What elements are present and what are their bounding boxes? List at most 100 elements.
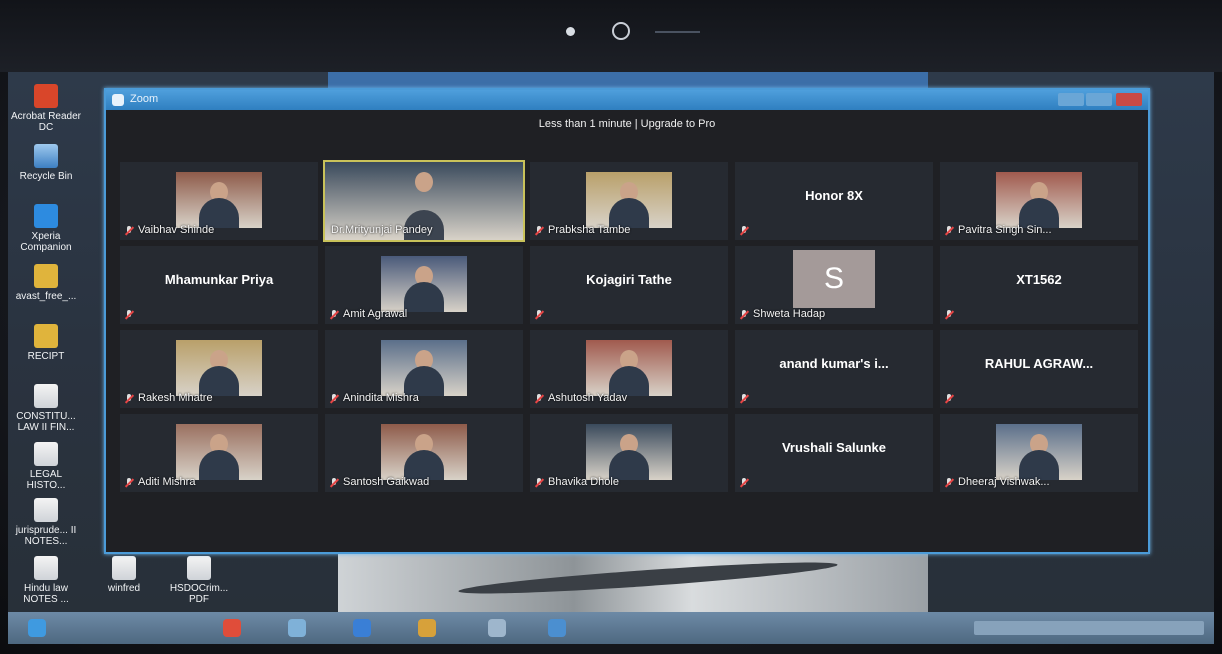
participant-tile[interactable]: Dheeraj Vishwak... <box>940 414 1138 492</box>
participant-name-label: Shweta Hadap <box>753 308 826 320</box>
desktop-icon-hindu-law[interactable]: Hindu law NOTES ... <box>10 556 82 605</box>
desktop-icon-avast[interactable]: avast_free_... <box>10 264 82 302</box>
desktop-icon-constitution[interactable]: CONSTITU... LAW II FIN... <box>10 384 82 433</box>
muted-mic-icon <box>125 478 134 487</box>
camera-dot-icon <box>566 27 575 36</box>
participant-tile[interactable]: Honor 8X <box>735 162 933 240</box>
participant-name-center: Honor 8X <box>805 188 863 203</box>
muted-mic-icon <box>125 310 134 319</box>
desktop-icon-label: CONSTITU... LAW II FIN... <box>16 411 76 433</box>
muted-mic-icon <box>945 394 954 403</box>
muted-mic-icon <box>945 478 954 487</box>
monitor-bezel <box>0 0 1222 72</box>
participant-tile[interactable]: Anindita Mishra <box>325 330 523 408</box>
zoom-taskbar-icon[interactable] <box>353 619 371 637</box>
document-icon <box>34 556 58 580</box>
participant-tile[interactable]: Bhavika Dhole <box>530 414 728 492</box>
desktop-icon-label: Acrobat Reader DC <box>10 111 82 133</box>
participant-tile[interactable]: Mhamunkar Priya <box>120 246 318 324</box>
desktop-icon-label: avast_free_... <box>15 291 77 302</box>
desktop-icon-jurisprudence[interactable]: jurisprude... II NOTES... <box>10 498 82 547</box>
participant-tile[interactable]: S Shweta Hadap <box>735 246 933 324</box>
participant-tile[interactable]: Ashutosh Yadav <box>530 330 728 408</box>
muted-mic-icon <box>740 310 749 319</box>
taskbar <box>8 612 1214 644</box>
participant-video <box>996 424 1082 480</box>
participant-video <box>381 340 467 396</box>
participant-tile[interactable]: anand kumar's i... <box>735 330 933 408</box>
meeting-timer-banner[interactable]: Less than 1 minute | Upgrade to Pro <box>106 118 1148 130</box>
participant-tile[interactable]: Vaibhav Shinde <box>120 162 318 240</box>
participant-name-label: Santosh Gaikwad <box>343 476 430 488</box>
pdf-app-icon <box>34 84 58 108</box>
edge-app-icon[interactable] <box>548 619 566 637</box>
desktop-icon-xperia[interactable]: Xperia Companion <box>10 204 82 253</box>
muted-mic-icon <box>740 226 749 235</box>
participant-name-label: Ashutosh Yadav <box>548 392 628 404</box>
participant-tile[interactable]: Aditi Mishra <box>120 414 318 492</box>
participant-video <box>586 340 672 396</box>
desktop-icon-winfred[interactable]: winfred <box>88 556 160 594</box>
participant-video <box>996 172 1082 228</box>
desktop-icon-label: winfred <box>107 583 141 594</box>
participant-video <box>176 172 262 228</box>
participant-tile[interactable]: Amit Agrawal <box>325 246 523 324</box>
desktop-icon-acrobat[interactable]: Acrobat Reader DC <box>10 84 82 133</box>
participant-name-center: XT1562 <box>1016 272 1062 287</box>
muted-mic-icon <box>535 394 544 403</box>
participant-name-label: Amit Agrawal <box>343 308 408 320</box>
participant-name-center: Mhamunkar Priya <box>164 272 274 287</box>
xperia-app-icon <box>34 204 58 228</box>
desktop-icon-legal-history[interactable]: LEGAL HISTO... <box>10 442 82 491</box>
desktop-icon-recycle-bin[interactable]: Recycle Bin <box>10 144 82 182</box>
participant-tile[interactable]: RAHUL AGRAW... <box>940 330 1138 408</box>
participant-name-center: RAHUL AGRAW... <box>984 356 1094 371</box>
system-tray[interactable] <box>974 621 1204 635</box>
person-silhouette <box>404 282 444 312</box>
participant-name-center: Vrushali Salunke <box>781 440 887 455</box>
participant-video <box>381 256 467 312</box>
participant-name-label: Dr.Mrityunjai Pandey <box>331 224 433 236</box>
close-button[interactable] <box>1116 93 1142 106</box>
opera-app-icon[interactable] <box>223 619 241 637</box>
participant-tile[interactable]: Vrushali Salunke <box>735 414 933 492</box>
participant-tile[interactable]: Rakesh Mhatre <box>120 330 318 408</box>
media-app-icon[interactable] <box>488 619 506 637</box>
participant-name-center: anand kumar's i... <box>779 356 889 371</box>
participant-tile[interactable]: Prabksha Tambe <box>530 162 728 240</box>
files-app-icon[interactable] <box>418 619 436 637</box>
person-silhouette <box>199 450 239 480</box>
maximize-button[interactable] <box>1086 93 1112 106</box>
window-title: Zoom <box>130 93 159 105</box>
explorer-app-icon[interactable] <box>288 619 306 637</box>
participant-name-label: Rakesh Mhatre <box>138 392 213 404</box>
installer-icon <box>34 264 58 288</box>
desktop-icon-recipt[interactable]: RECIPT <box>10 324 82 362</box>
participant-name-label: Vaibhav Shinde <box>138 224 215 236</box>
participant-name-label: Prabksha Tambe <box>548 224 631 236</box>
participant-tile[interactable]: Dr.Mrityunjai Pandey <box>323 160 525 242</box>
zoom-logo-icon <box>112 94 124 106</box>
desktop-icon-hsdoc[interactable]: HSDOCrim... PDF <box>163 556 235 605</box>
participant-tile[interactable]: Kojagiri Tathe <box>530 246 728 324</box>
participant-name-center: Kojagiri Tathe <box>586 272 672 287</box>
participant-video <box>381 424 467 480</box>
participant-video <box>176 340 262 396</box>
minimize-button[interactable] <box>1058 93 1084 106</box>
document-icon <box>34 384 58 408</box>
sensor-strip <box>655 31 700 33</box>
participant-tile[interactable]: XT1562 <box>940 246 1138 324</box>
muted-mic-icon <box>740 394 749 403</box>
participant-name-label: Aditi Mishra <box>138 476 196 488</box>
document-icon <box>34 442 58 466</box>
muted-mic-icon <box>535 478 544 487</box>
participant-tile[interactable]: Santosh Gaikwad <box>325 414 523 492</box>
muted-mic-icon <box>330 394 339 403</box>
participant-video <box>176 424 262 480</box>
start-button[interactable] <box>28 619 46 637</box>
window-titlebar[interactable]: Zoom <box>106 90 1148 110</box>
camera-lens-icon <box>612 22 630 40</box>
desktop-icon-label: jurisprude... II NOTES... <box>15 525 77 547</box>
participant-tile[interactable]: Pavitra Singh Sin... <box>940 162 1138 240</box>
desktop-icon-label: LEGAL HISTO... <box>26 469 66 491</box>
